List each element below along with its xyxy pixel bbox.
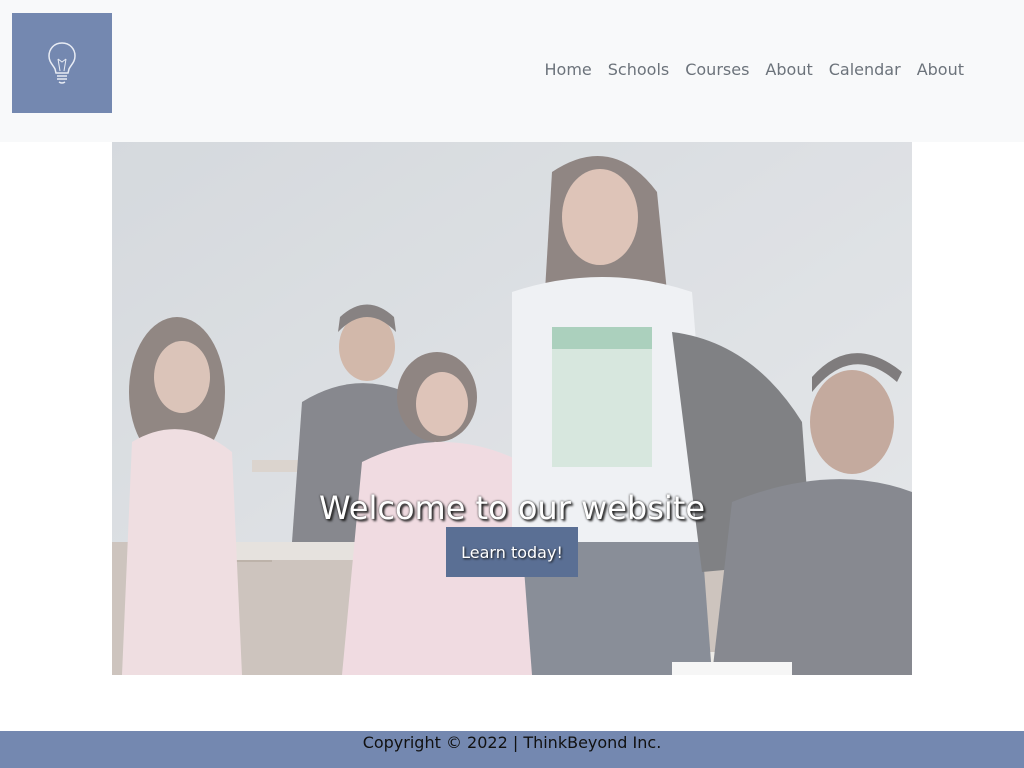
site-header: Home Schools Courses About Calendar Abou… [0, 0, 1024, 142]
nav-schools[interactable]: Schools [600, 58, 677, 82]
nav-courses[interactable]: Courses [677, 58, 757, 82]
site-logo[interactable] [12, 13, 112, 113]
nav-home[interactable]: Home [537, 58, 600, 82]
lightbulb-icon [48, 42, 76, 84]
site-footer: Copyright © 2022 | ThinkBeyond Inc. [0, 731, 1024, 768]
hero-banner: Welcome to our website Learn today! [112, 142, 912, 675]
main-nav: Home Schools Courses About Calendar Abou… [537, 58, 972, 82]
hero-overlay [112, 142, 912, 675]
nav-calendar[interactable]: Calendar [821, 58, 909, 82]
copyright-text: Copyright © 2022 | ThinkBeyond Inc. [362, 733, 662, 752]
hero-title: Welcome to our website [319, 489, 705, 527]
learn-today-button[interactable]: Learn today! [446, 527, 578, 577]
nav-about[interactable]: About [757, 58, 820, 82]
nav-about-2[interactable]: About [909, 58, 972, 82]
